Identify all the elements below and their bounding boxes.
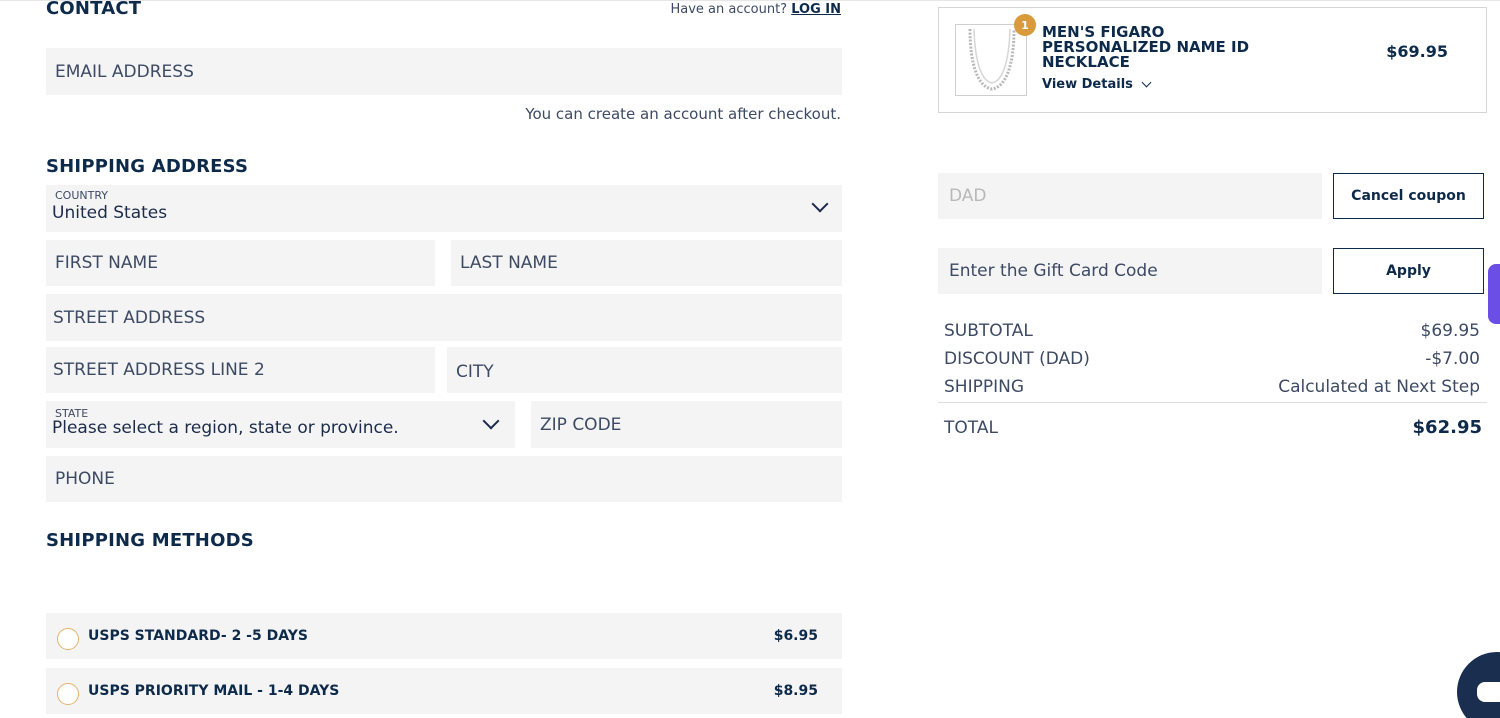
total-value: $62.95 xyxy=(1412,417,1482,438)
chevron-down-icon xyxy=(811,195,829,213)
view-details-label: View Details xyxy=(1042,77,1133,92)
product-name: MEN'S FIGARO PERSONALIZED NAME ID NECKLA… xyxy=(1042,25,1249,70)
email-placeholder: EMAIL ADDRESS xyxy=(55,61,194,82)
subtotal-value: $69.95 xyxy=(1420,321,1480,341)
chat-widget-button[interactable] xyxy=(1457,652,1500,718)
city-field[interactable]: CITY xyxy=(447,347,842,393)
street-address-line2-field[interactable]: STREET ADDRESS LINE 2 xyxy=(46,347,435,393)
have-account-text: Have an account? xyxy=(670,2,788,17)
last-name-field[interactable]: LAST NAME xyxy=(451,240,842,286)
shipping-label: SHIPPING xyxy=(944,377,1024,397)
login-prompt: Have an account? LOG IN xyxy=(670,2,841,17)
shipping-radio[interactable] xyxy=(57,628,79,650)
phone-placeholder: PHONE xyxy=(55,469,115,489)
phone-field[interactable]: PHONE xyxy=(46,456,842,502)
street-address-line2-placeholder: STREET ADDRESS LINE 2 xyxy=(53,360,265,380)
state-select[interactable]: STATE Please select a region, state or p… xyxy=(46,401,515,448)
country-label: COUNTRY xyxy=(55,189,108,202)
product-thumbnail[interactable] xyxy=(955,24,1027,96)
zip-code-placeholder: ZIP CODE xyxy=(540,414,622,435)
shipping-option-label: USPS STANDARD- 2 -5 DAYS xyxy=(88,628,308,644)
necklace-image xyxy=(968,28,1016,91)
shipping-radio[interactable] xyxy=(57,683,79,705)
last-name-placeholder: LAST NAME xyxy=(460,253,558,273)
summary-divider xyxy=(938,402,1487,403)
discount-label: DISCOUNT (DAD) xyxy=(944,349,1090,369)
coupon-value: DAD xyxy=(949,186,987,206)
shipping-option-price: $8.95 xyxy=(773,683,818,699)
total-label: TOTAL xyxy=(944,418,998,438)
first-name-placeholder: FIRST NAME xyxy=(55,253,158,273)
shipping-option-standard[interactable]: USPS STANDARD- 2 -5 DAYS $6.95 xyxy=(46,613,842,659)
product-name-line: NECKLACE xyxy=(1042,53,1130,71)
zip-code-field[interactable]: ZIP CODE xyxy=(531,401,842,448)
quantity-badge: 1 xyxy=(1014,14,1036,36)
discount-value: -$7.00 xyxy=(1425,349,1480,369)
shipping-methods-heading: SHIPPING METHODS xyxy=(46,530,254,551)
city-placeholder: CITY xyxy=(456,362,494,382)
chevron-down-icon xyxy=(482,412,500,430)
state-value: Please select a region, state or provinc… xyxy=(52,418,399,437)
cart-item-card: 1 MEN'S FIGARO PERSONALIZED NAME ID NECK… xyxy=(938,7,1487,113)
email-field[interactable]: EMAIL ADDRESS xyxy=(46,48,842,95)
first-name-field[interactable]: FIRST NAME xyxy=(46,240,435,286)
shipping-address-heading: SHIPPING ADDRESS xyxy=(46,156,249,177)
create-account-note: You can create an account after checkout… xyxy=(525,105,841,123)
country-value: United States xyxy=(52,203,168,223)
street-address-placeholder: STREET ADDRESS xyxy=(53,307,206,328)
cancel-coupon-button[interactable]: Cancel coupon xyxy=(1333,173,1484,219)
chat-bubble-icon xyxy=(1477,682,1500,702)
shipping-option-price: $6.95 xyxy=(773,628,818,644)
shipping-value: Calculated at Next Step xyxy=(1278,377,1480,397)
shipping-option-label: USPS PRIORITY MAIL - 1-4 DAYS xyxy=(88,683,340,699)
subtotal-label: SUBTOTAL xyxy=(944,321,1033,341)
contact-heading: CONTACT xyxy=(46,0,142,19)
top-divider xyxy=(0,0,1500,1)
shipping-option-priority[interactable]: USPS PRIORITY MAIL - 1-4 DAYS $8.95 xyxy=(46,668,842,714)
gift-card-placeholder: Enter the Gift Card Code xyxy=(949,261,1158,281)
login-link[interactable]: LOG IN xyxy=(791,2,841,17)
chevron-down-icon xyxy=(1141,77,1152,88)
view-details-toggle[interactable]: View Details xyxy=(1042,77,1152,92)
country-select[interactable]: COUNTRY United States xyxy=(46,185,842,232)
apply-gift-card-button[interactable]: Apply xyxy=(1333,248,1484,294)
coupon-field[interactable]: DAD xyxy=(938,173,1322,219)
product-price: $69.95 xyxy=(1386,42,1448,61)
street-address-field[interactable]: STREET ADDRESS xyxy=(46,294,842,341)
gift-card-field[interactable]: Enter the Gift Card Code xyxy=(938,248,1322,294)
side-feedback-tab[interactable] xyxy=(1488,264,1500,324)
